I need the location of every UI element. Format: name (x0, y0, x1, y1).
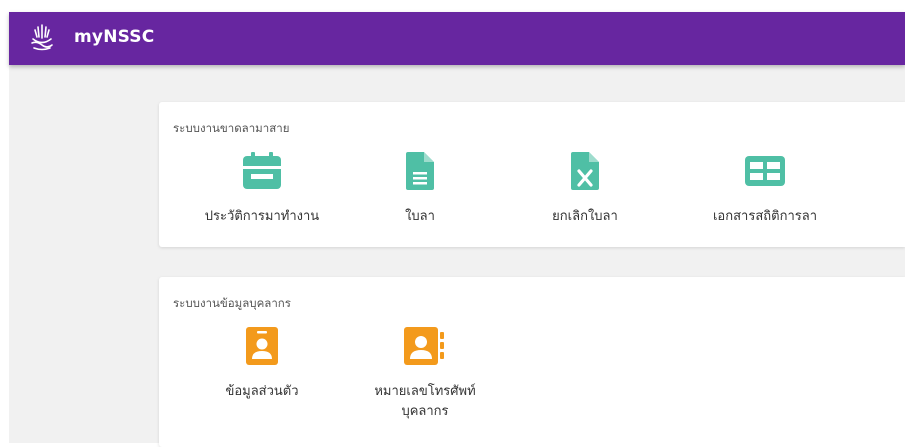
leave-system-card: ระบบงานขาดลามาสาย ประวัติการมาทำงาน ใบลา… (159, 102, 905, 247)
tile-label: ประวัติการมาทำงาน (204, 209, 320, 224)
tile-label: เอกสารสถิติการลา (712, 209, 817, 224)
table-icon (745, 156, 785, 190)
nssc-logo-icon[interactable] (29, 22, 55, 52)
tile-label-line1: หมายเลขโทรศัพท์ (374, 384, 476, 399)
app-frame: myNSSC ระบบงานขาดลามาสาย ประวัติการมาทำง… (9, 12, 905, 447)
excel-file-icon (571, 152, 599, 194)
app-title[interactable]: myNSSC (74, 27, 154, 47)
id-badge-icon (246, 327, 278, 369)
personnel-system-card: ระบบงานข้อมูลบุคลากร ข้อมูลส่วนตัว หมายเ… (159, 277, 905, 447)
contact-book-icon (404, 327, 446, 369)
top-app-bar: myNSSC (9, 12, 905, 65)
section-title: ระบบงานขาดลามาสาย (173, 121, 290, 135)
leave-statistics-button[interactable]: เอกสารสถิติการลา (690, 152, 840, 232)
tile-label: ยกเลิกใบลา (552, 209, 618, 224)
document-icon (406, 152, 434, 194)
section-title: ระบบงานข้อมูลบุคลากร (173, 296, 291, 310)
tile-label-line2: บุคลากร (401, 404, 449, 419)
staff-phone-directory-button[interactable]: หมายเลขโทรศัพท์ บุคลากร (350, 327, 500, 427)
cancel-leave-button[interactable]: ยกเลิกใบลา (510, 152, 660, 232)
leave-form-button[interactable]: ใบลา (345, 152, 495, 232)
tile-label: ข้อมูลส่วนตัว (225, 384, 299, 399)
tile-label: ใบลา (405, 209, 435, 224)
personal-info-button[interactable]: ข้อมูลส่วนตัว (187, 327, 337, 427)
attendance-history-button[interactable]: ประวัติการมาทำงาน (187, 152, 337, 232)
calendar-icon (242, 152, 282, 194)
